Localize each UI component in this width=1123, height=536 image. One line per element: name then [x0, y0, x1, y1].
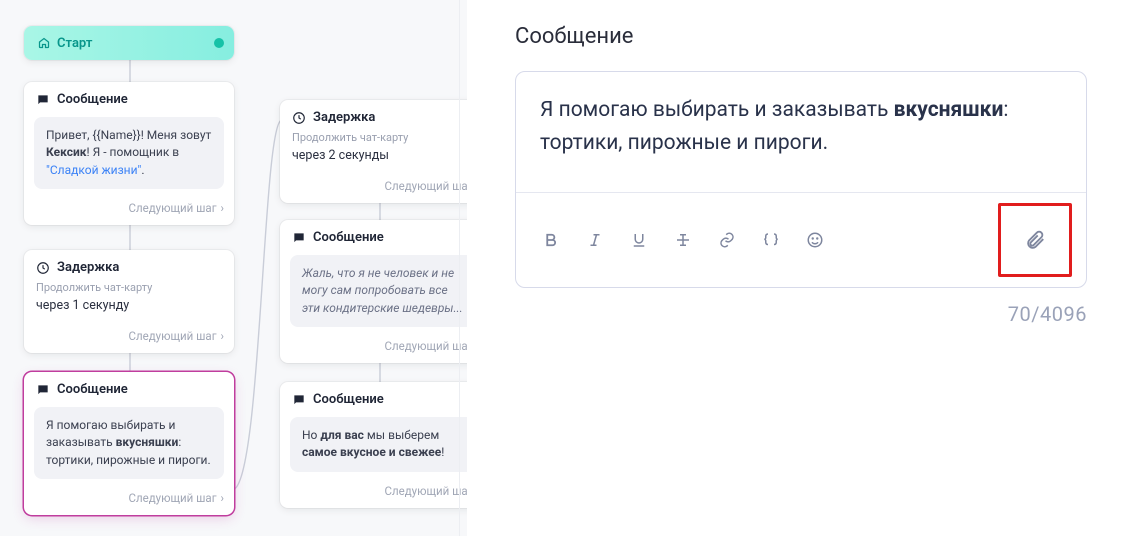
- message-editor-panel: Сообщение Я помогаю выбирать и заказыват…: [467, 0, 1123, 536]
- message-icon: [292, 231, 306, 245]
- chevron-right-icon: ›: [221, 201, 224, 215]
- underline-icon: [630, 231, 648, 249]
- delay-node-1[interactable]: Задержка Продолжить чат-карту через 1 се…: [24, 250, 234, 353]
- italic-icon: [586, 231, 604, 249]
- message-node-4[interactable]: Сообщение Но для вас мы выберем самое вк…: [280, 382, 467, 508]
- variable-button[interactable]: [750, 221, 792, 259]
- node-heading: Задержка: [313, 110, 375, 125]
- start-label: Старт: [57, 36, 92, 51]
- message-preview: Жаль, что я не человек и не могу сам поп…: [290, 255, 467, 327]
- emoji-icon: [806, 231, 824, 249]
- message-node-2-selected[interactable]: Сообщение Я помогаю выбирать и заказыват…: [24, 372, 234, 515]
- flow-canvas[interactable]: Старт Сообщение Привет, {{Name}}! Меня з…: [0, 0, 467, 536]
- delay-value: через 1 секунду: [24, 294, 234, 323]
- next-step-link[interactable]: Следующий шаг›: [24, 485, 234, 515]
- rich-text-editor: Я помогаю выбирать и заказывать вкусняшк…: [515, 71, 1087, 288]
- home-icon: [38, 37, 50, 49]
- message-node-3[interactable]: Сообщение Жаль, что я не человек и не мо…: [280, 220, 467, 363]
- bold-button[interactable]: [530, 221, 572, 259]
- editor-content[interactable]: Я помогаю выбирать и заказывать вкусняшк…: [516, 72, 1086, 192]
- attach-button[interactable]: [1005, 210, 1065, 270]
- message-preview: Я помогаю выбирать и заказывать вкусняшк…: [34, 407, 224, 479]
- strikethrough-icon: [674, 231, 692, 249]
- strikethrough-button[interactable]: [662, 221, 704, 259]
- chevron-right-icon: ›: [221, 491, 224, 505]
- node-heading: Задержка: [57, 260, 119, 275]
- message-icon: [36, 383, 50, 397]
- editor-toolbar: [516, 192, 1086, 287]
- next-step-link[interactable]: Следующий шаг›: [280, 333, 467, 363]
- emoji-button[interactable]: [794, 221, 836, 259]
- char-counter: 70/4096: [515, 302, 1087, 326]
- message-icon: [36, 93, 50, 107]
- node-heading: Сообщение: [313, 230, 384, 245]
- clock-icon: [292, 111, 306, 125]
- next-step-link[interactable]: Следующий шаг›: [280, 478, 467, 508]
- chevron-right-icon: ›: [221, 329, 224, 343]
- next-step-link[interactable]: Следующий шаг›: [24, 323, 234, 353]
- braces-icon: [762, 231, 780, 249]
- next-step-link[interactable]: Следующий шаг›: [24, 195, 234, 225]
- attach-icon: [1024, 229, 1046, 251]
- message-node-1[interactable]: Сообщение Привет, {{Name}}! Меня зовут К…: [24, 82, 234, 225]
- message-preview: Привет, {{Name}}! Меня зовут Кексик! Я -…: [34, 117, 224, 189]
- node-heading: Сообщение: [57, 382, 128, 397]
- message-preview: Но для вас мы выберем самое вкусное и св…: [290, 417, 467, 472]
- delay-node-2[interactable]: Задержка Продолжить чат-карту через 2 се…: [280, 100, 467, 203]
- italic-button[interactable]: [574, 221, 616, 259]
- panel-title: Сообщение: [515, 24, 1087, 49]
- clock-icon: [36, 261, 50, 275]
- delay-subtitle: Продолжить чат-карту: [24, 281, 234, 294]
- underline-button[interactable]: [618, 221, 660, 259]
- bold-icon: [542, 231, 560, 249]
- start-output-port[interactable]: [214, 38, 224, 48]
- delay-subtitle: Продолжить чат-карту: [280, 131, 467, 144]
- node-heading: Сообщение: [313, 392, 384, 407]
- link-button[interactable]: [706, 221, 748, 259]
- attach-highlight-box: [998, 203, 1072, 277]
- link-icon: [718, 231, 736, 249]
- node-heading: Сообщение: [57, 92, 128, 107]
- delay-value: через 2 секунды: [280, 144, 467, 173]
- start-node[interactable]: Старт: [24, 26, 234, 60]
- next-step-link[interactable]: Следующий шаг›: [280, 173, 467, 203]
- message-icon: [292, 393, 306, 407]
